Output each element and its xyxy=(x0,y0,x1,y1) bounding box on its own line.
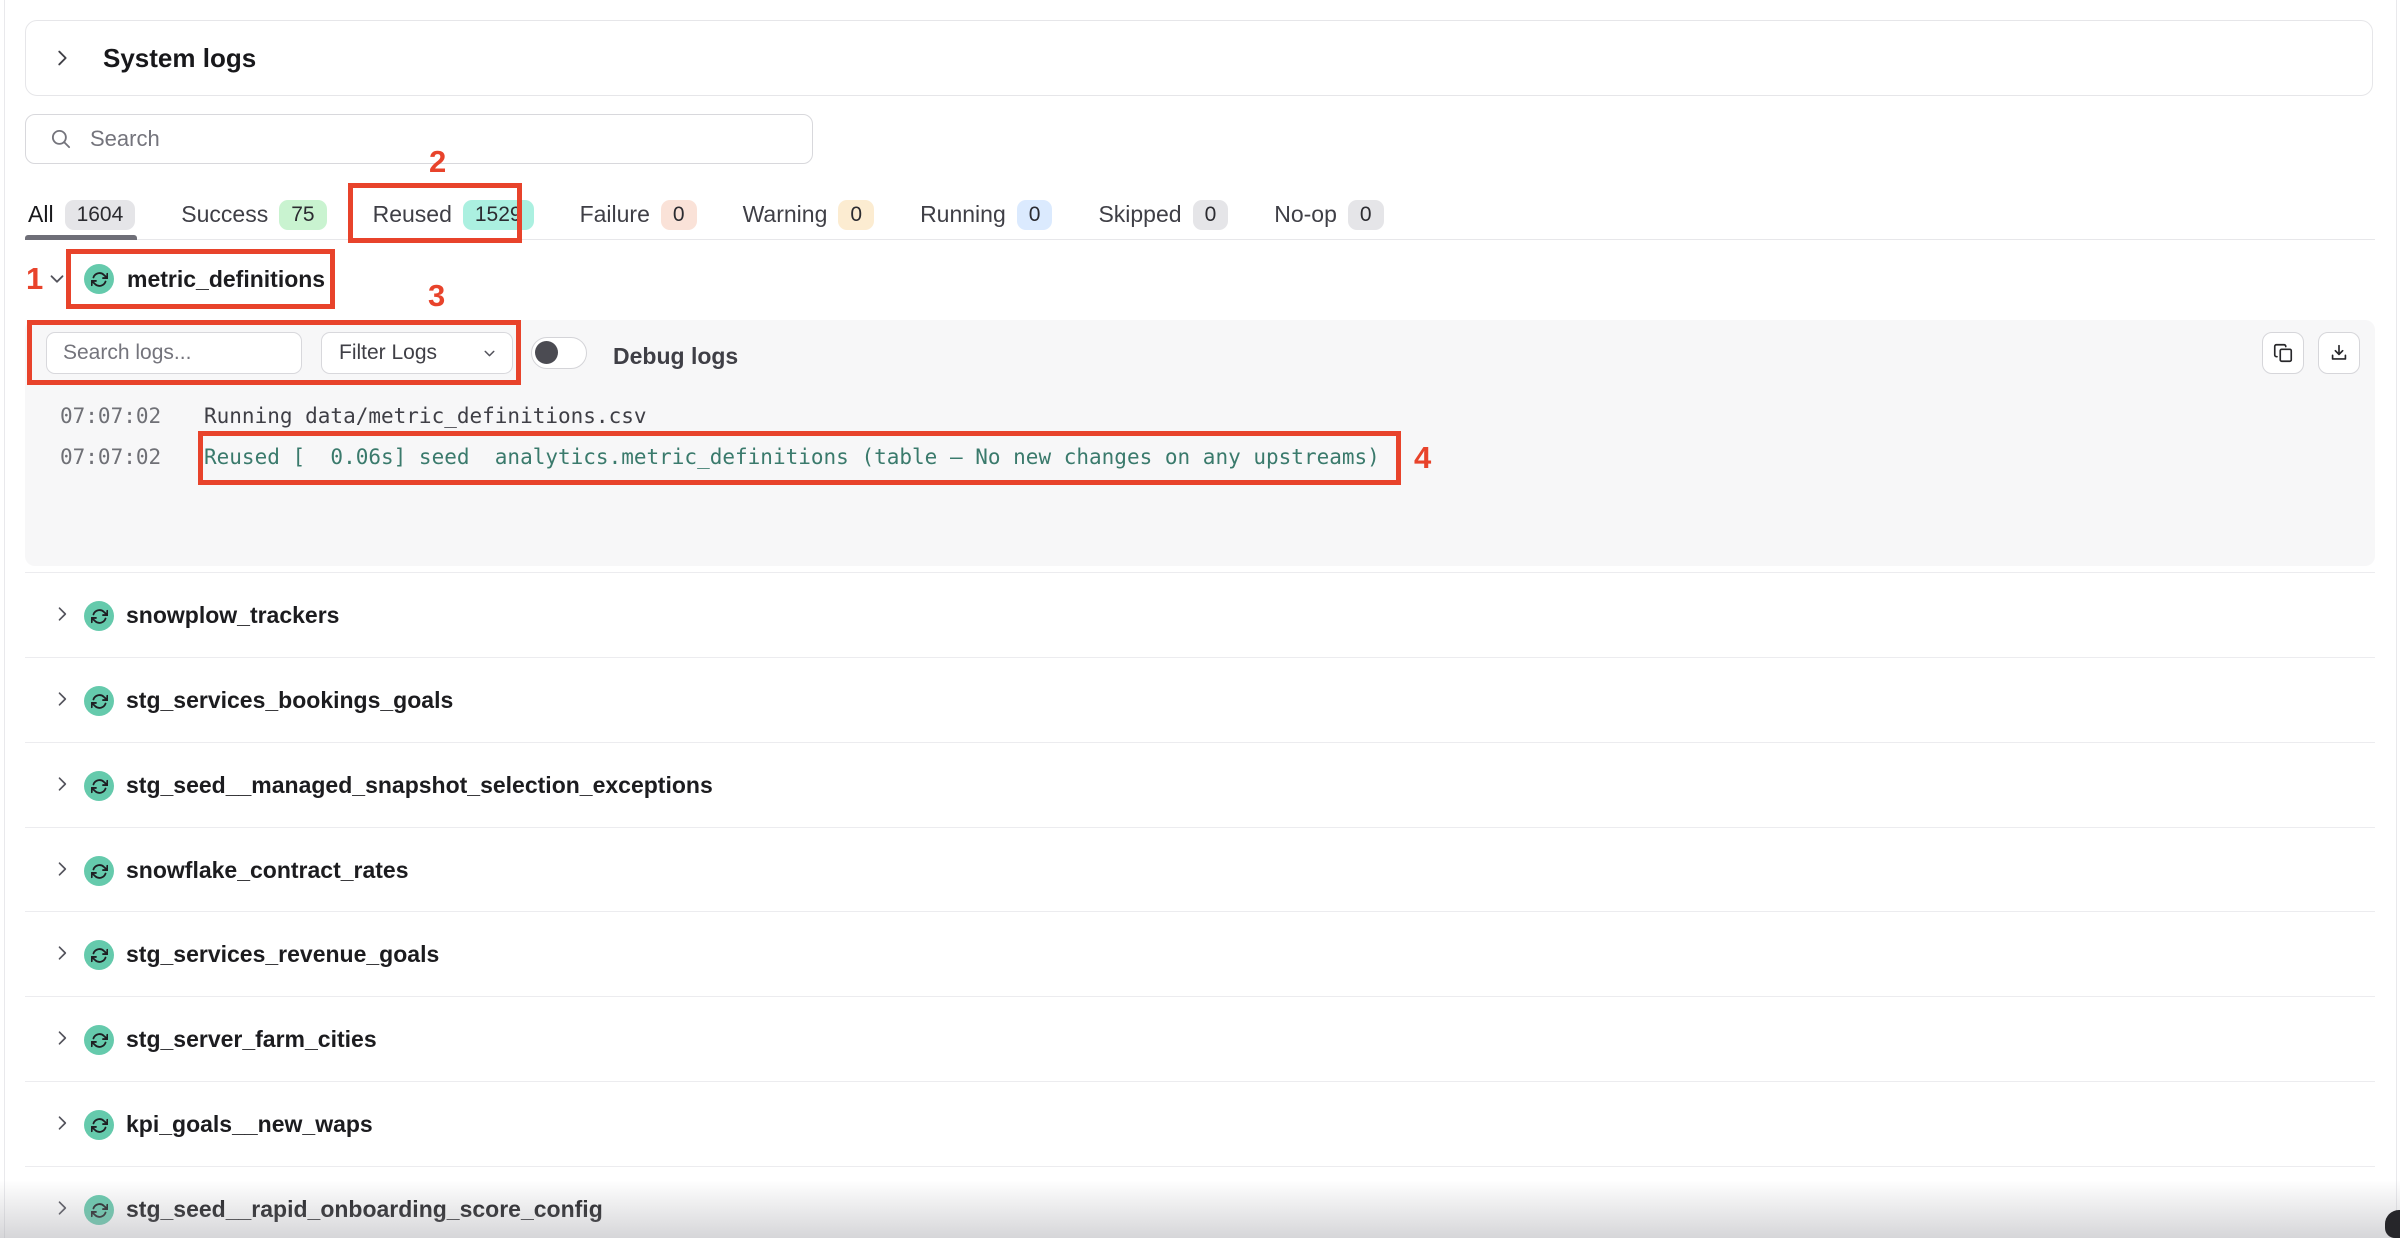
log-timestamp: 07:07:02 xyxy=(60,445,161,470)
list-item[interactable]: snowflake_contract_rates xyxy=(25,827,2375,912)
list-item-name: stg_services_bookings_goals xyxy=(126,687,453,714)
log-message-reused: Reused [ 0.06s] seed analytics.metric_de… xyxy=(204,445,1380,470)
tab-count-badge: 0 xyxy=(838,200,874,230)
tab-all[interactable]: All 1604 xyxy=(28,190,135,239)
tab-label: Failure xyxy=(580,201,650,228)
log-timestamp: 07:07:02 xyxy=(60,404,161,429)
reused-seed-icon xyxy=(84,1025,114,1055)
list-item-name: stg_seed__rapid_onboarding_score_config xyxy=(126,1196,603,1223)
list-item[interactable]: kpi_goals__new_waps xyxy=(25,1081,2375,1166)
log-message: Running data/metric_definitions.csv xyxy=(204,404,647,429)
tab-label: No-op xyxy=(1274,201,1337,228)
list-item-name: snowflake_contract_rates xyxy=(126,857,409,884)
reused-seed-icon xyxy=(84,264,114,294)
reused-seed-icon xyxy=(84,940,114,970)
status-tabs: All 1604 Success 75 Reused 1529 Failure … xyxy=(25,190,2375,240)
annotation-number-3: 3 xyxy=(428,280,445,312)
chevron-down-icon xyxy=(481,345,498,362)
search-logs-input[interactable] xyxy=(46,332,302,374)
chevron-right-icon xyxy=(52,859,72,879)
list-item[interactable]: stg_services_bookings_goals xyxy=(25,657,2375,742)
list-item[interactable]: stg_seed__rapid_onboarding_score_config xyxy=(25,1166,2375,1251)
reused-seed-icon xyxy=(84,771,114,801)
search-input[interactable] xyxy=(90,126,770,152)
filter-logs-dropdown[interactable]: Filter Logs xyxy=(321,332,513,374)
chevron-down-icon[interactable] xyxy=(46,268,68,290)
tab-label: Running xyxy=(920,201,1006,228)
reused-seed-icon xyxy=(84,601,114,631)
filter-logs-label: Filter Logs xyxy=(339,341,437,365)
search-icon xyxy=(48,126,74,152)
download-icon xyxy=(2328,342,2350,364)
toggle-knob xyxy=(535,341,558,364)
debug-logs-label: Debug logs xyxy=(613,343,738,370)
tab-label: Success xyxy=(181,201,268,228)
copy-icon xyxy=(2272,342,2294,364)
chevron-right-icon xyxy=(52,774,72,794)
tab-failure[interactable]: Failure 0 xyxy=(580,190,697,239)
tab-success[interactable]: Success 75 xyxy=(181,190,326,239)
page-left-divider xyxy=(4,0,5,1238)
list-item[interactable]: stg_seed__managed_snapshot_selection_exc… xyxy=(25,742,2375,827)
tab-noop[interactable]: No-op 0 xyxy=(1274,190,1383,239)
chevron-right-icon xyxy=(52,1113,72,1133)
list-item-name: kpi_goals__new_waps xyxy=(126,1111,373,1138)
tab-running[interactable]: Running 0 xyxy=(920,190,1052,239)
scrollbar-track-edge xyxy=(2396,0,2397,1238)
tab-reused[interactable]: Reused 1529 xyxy=(373,190,534,239)
tab-count-badge: 75 xyxy=(279,200,326,230)
reused-seed-icon xyxy=(84,856,114,886)
tab-label: Warning xyxy=(743,201,828,228)
global-search xyxy=(25,114,813,164)
reused-seed-icon xyxy=(84,1110,114,1140)
list-item-name: stg_seed__managed_snapshot_selection_exc… xyxy=(126,772,713,799)
chevron-right-icon xyxy=(51,47,73,69)
download-logs-button[interactable] xyxy=(2318,332,2360,374)
annotation-number-1: 1 xyxy=(26,263,43,295)
copy-logs-button[interactable] xyxy=(2262,332,2304,374)
chevron-right-icon xyxy=(52,689,72,709)
page-title: System logs xyxy=(103,43,256,74)
tab-count-badge: 0 xyxy=(1348,200,1384,230)
system-logs-header[interactable]: System logs xyxy=(25,20,2373,96)
cutoff-corner-widget xyxy=(2385,1210,2400,1238)
tab-count-badge: 0 xyxy=(1193,200,1229,230)
tab-label: Reused xyxy=(373,201,452,228)
tab-label: Skipped xyxy=(1098,201,1181,228)
chevron-right-icon xyxy=(52,943,72,963)
tab-warning[interactable]: Warning 0 xyxy=(743,190,874,239)
reused-seed-icon xyxy=(84,686,114,716)
chevron-right-icon xyxy=(52,1198,72,1218)
list-item[interactable]: stg_server_farm_cities xyxy=(25,996,2375,1081)
chevron-right-icon xyxy=(52,1028,72,1048)
tab-label: All xyxy=(28,201,54,228)
debug-logs-toggle[interactable] xyxy=(531,337,587,369)
tab-skipped[interactable]: Skipped 0 xyxy=(1098,190,1228,239)
reused-seed-icon xyxy=(84,1195,114,1225)
list-item-name: stg_server_farm_cities xyxy=(126,1026,377,1053)
tab-count-badge: 1529 xyxy=(463,200,534,230)
list-item[interactable]: snowplow_trackers xyxy=(25,572,2375,657)
list-item-name: stg_services_revenue_goals xyxy=(126,941,439,968)
tab-count-badge: 1604 xyxy=(65,200,136,230)
log-panel: Filter Logs Debug logs 07:07:02 Running … xyxy=(25,320,2375,566)
list-item-name: snowplow_trackers xyxy=(126,602,339,629)
tab-count-badge: 0 xyxy=(661,200,697,230)
tab-count-badge: 0 xyxy=(1017,200,1053,230)
expanded-item-name[interactable]: metric_definitions xyxy=(127,266,325,293)
list-item[interactable]: stg_services_revenue_goals xyxy=(25,911,2375,996)
chevron-right-icon xyxy=(52,604,72,624)
